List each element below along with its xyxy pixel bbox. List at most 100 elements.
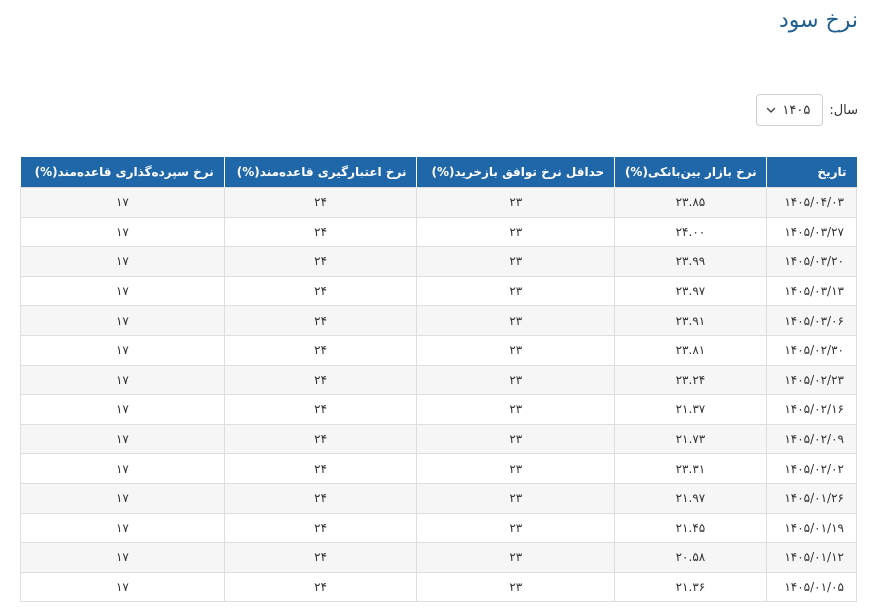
cell-min-repo-rate: ۲۳ xyxy=(416,482,616,514)
table-row: ۱۴۰۵/۰۳/۲۷ ۲۴.۰۰ ۲۳ ۲۴ ۱۷ xyxy=(20,216,858,248)
cell-min-repo-rate: ۲۳ xyxy=(416,423,616,455)
cell-interbank-rate: ۲۳.۲۴ xyxy=(614,364,767,396)
cell-deposit-facility-rate: ۱۷ xyxy=(20,571,225,603)
cell-lending-facility-rate: ۲۴ xyxy=(223,512,418,544)
column-header-interbank-rate: نرخ بازار بین‌بانکی(%) xyxy=(614,157,767,188)
cell-date: ۱۴۰۵/۰۱/۰۵ xyxy=(765,571,858,603)
table-header-row: تاریخ نرخ بازار بین‌بانکی(%) حداقل نرخ ت… xyxy=(20,157,857,188)
cell-date: ۱۴۰۵/۰۳/۲۰ xyxy=(765,246,858,277)
cell-lending-facility-rate: ۲۴ xyxy=(223,246,418,277)
cell-interbank-rate: ۲۴.۰۰ xyxy=(614,216,767,248)
cell-deposit-facility-rate: ۱۷ xyxy=(20,216,225,248)
rates-table-container: تاریخ نرخ بازار بین‌بانکی(%) حداقل نرخ ت… xyxy=(20,157,858,603)
cell-lending-facility-rate: ۲۴ xyxy=(223,187,418,218)
cell-deposit-facility-rate: ۱۷ xyxy=(20,453,225,484)
cell-deposit-facility-rate: ۱۷ xyxy=(20,187,225,218)
cell-date: ۱۴۰۵/۰۳/۱۳ xyxy=(765,275,858,307)
cell-date: ۱۴۰۵/۰۳/۲۷ xyxy=(765,216,858,248)
cell-interbank-rate: ۲۱.۹۷ xyxy=(614,482,767,514)
table-row: ۱۴۰۵/۰۳/۰۶ ۲۳.۹۱ ۲۳ ۲۴ ۱۷ xyxy=(20,305,858,336)
table-row: ۱۴۰۵/۰۳/۲۰ ۲۳.۹۹ ۲۳ ۲۴ ۱۷ xyxy=(20,246,858,277)
cell-date: ۱۴۰۵/۰۲/۲۳ xyxy=(765,364,858,396)
cell-lending-facility-rate: ۲۴ xyxy=(223,394,418,425)
table-row: ۱۴۰۵/۰۲/۲۳ ۲۳.۲۴ ۲۳ ۲۴ ۱۷ xyxy=(20,364,858,396)
cell-deposit-facility-rate: ۱۷ xyxy=(20,394,225,425)
cell-interbank-rate: ۲۱.۳۷ xyxy=(614,394,767,425)
table-row: ۱۴۰۵/۰۱/۰۵ ۲۱.۳۶ ۲۳ ۲۴ ۱۷ xyxy=(20,571,858,603)
cell-min-repo-rate: ۲۳ xyxy=(416,187,616,218)
cell-deposit-facility-rate: ۱۷ xyxy=(20,275,225,307)
cell-min-repo-rate: ۲۳ xyxy=(416,364,616,396)
cell-min-repo-rate: ۲۳ xyxy=(416,512,616,544)
cell-min-repo-rate: ۲۳ xyxy=(416,542,616,573)
cell-min-repo-rate: ۲۳ xyxy=(416,246,616,277)
table-row: ۱۴۰۵/۰۲/۳۰ ۲۳.۸۱ ۲۳ ۲۴ ۱۷ xyxy=(20,334,858,366)
cell-date: ۱۴۰۵/۰۲/۰۲ xyxy=(765,453,858,484)
cell-lending-facility-rate: ۲۴ xyxy=(223,571,418,603)
cell-interbank-rate: ۲۳.۹۷ xyxy=(614,275,767,307)
cell-lending-facility-rate: ۲۴ xyxy=(223,334,418,366)
chevron-down-icon xyxy=(767,107,776,113)
cell-deposit-facility-rate: ۱۷ xyxy=(20,305,225,336)
table-row: ۱۴۰۵/۰۱/۱۹ ۲۱.۴۵ ۲۳ ۲۴ ۱۷ xyxy=(20,512,858,544)
cell-deposit-facility-rate: ۱۷ xyxy=(20,423,225,455)
cell-interbank-rate: ۲۳.۳۱ xyxy=(614,453,767,484)
year-select[interactable]: ۱۴۰۵ xyxy=(756,94,824,126)
table-row: ۱۴۰۵/۰۱/۱۲ ۲۰.۵۸ ۲۳ ۲۴ ۱۷ xyxy=(20,542,858,573)
table-row: ۱۴۰۵/۰۲/۰۹ ۲۱.۷۳ ۲۳ ۲۴ ۱۷ xyxy=(20,423,858,455)
cell-deposit-facility-rate: ۱۷ xyxy=(20,482,225,514)
column-header-date: تاریخ xyxy=(765,157,857,188)
cell-lending-facility-rate: ۲۴ xyxy=(223,453,418,484)
cell-interbank-rate: ۲۳.۹۹ xyxy=(614,246,767,277)
cell-interbank-rate: ۲۳.۹۱ xyxy=(614,305,767,336)
cell-date: ۱۴۰۵/۰۱/۲۶ xyxy=(765,482,858,514)
cell-interbank-rate: ۲۱.۴۵ xyxy=(614,512,767,544)
cell-date: ۱۴۰۵/۰۲/۱۶ xyxy=(765,394,858,425)
table-body: ۱۴۰۵/۰۴/۰۳ ۲۳.۸۵ ۲۳ ۲۴ ۱۷ ۱۴۰۵/۰۳/۲۷ ۲۴.۰۰ ۲۳ ۲۴… xyxy=(20,187,858,603)
column-header-min-repo-rate: حداقل نرخ توافق بازخرید(%) xyxy=(416,157,615,188)
column-header-lending-facility-rate: نرخ اعتبارگیری قاعده‌مند(%) xyxy=(223,157,417,188)
cell-lending-facility-rate: ۲۴ xyxy=(223,275,418,307)
cell-lending-facility-rate: ۲۴ xyxy=(223,542,418,573)
cell-lending-facility-rate: ۲۴ xyxy=(223,216,418,248)
cell-min-repo-rate: ۲۳ xyxy=(416,571,616,603)
cell-lending-facility-rate: ۲۴ xyxy=(223,423,418,455)
cell-interbank-rate: ۲۱.۷۳ xyxy=(614,423,767,455)
table-header: تاریخ نرخ بازار بین‌بانکی(%) حداقل نرخ ت… xyxy=(20,157,857,188)
cell-date: ۱۴۰۵/۰۱/۱۹ xyxy=(765,512,858,544)
cell-min-repo-rate: ۲۳ xyxy=(416,305,616,336)
cell-deposit-facility-rate: ۱۷ xyxy=(20,542,225,573)
cell-min-repo-rate: ۲۳ xyxy=(416,334,616,366)
table-row: ۱۴۰۵/۰۳/۱۳ ۲۳.۹۷ ۲۳ ۲۴ ۱۷ xyxy=(20,275,858,307)
table-row: ۱۴۰۵/۰۱/۲۶ ۲۱.۹۷ ۲۳ ۲۴ ۱۷ xyxy=(20,482,858,514)
year-filter: سال: ۱۴۰۵ xyxy=(756,93,858,127)
cell-lending-facility-rate: ۲۴ xyxy=(223,305,418,336)
year-label: سال: xyxy=(829,102,858,118)
interest-rate-page: نرخ سود سال: ۱۴۰۵ تاریخ نرخ بازار بین‌با… xyxy=(0,0,872,609)
cell-min-repo-rate: ۲۳ xyxy=(416,275,616,307)
cell-min-repo-rate: ۲۳ xyxy=(416,216,616,248)
cell-min-repo-rate: ۲۳ xyxy=(416,394,616,425)
table-row: ۱۴۰۵/۰۴/۰۳ ۲۳.۸۵ ۲۳ ۲۴ ۱۷ xyxy=(20,187,858,218)
rates-table: تاریخ نرخ بازار بین‌بانکی(%) حداقل نرخ ت… xyxy=(20,157,858,603)
cell-interbank-rate: ۲۳.۸۱ xyxy=(614,334,767,366)
cell-date: ۱۴۰۵/۰۴/۰۳ xyxy=(765,187,858,218)
cell-deposit-facility-rate: ۱۷ xyxy=(20,512,225,544)
cell-interbank-rate: ۲۱.۳۶ xyxy=(614,571,767,603)
table-row: ۱۴۰۵/۰۲/۱۶ ۲۱.۳۷ ۲۳ ۲۴ ۱۷ xyxy=(20,394,858,425)
cell-date: ۱۴۰۵/۰۲/۳۰ xyxy=(765,334,858,366)
cell-deposit-facility-rate: ۱۷ xyxy=(20,246,225,277)
page-title: نرخ سود xyxy=(778,8,858,33)
cell-interbank-rate: ۲۳.۸۵ xyxy=(614,187,767,218)
cell-date: ۱۴۰۵/۰۱/۱۲ xyxy=(765,542,858,573)
column-header-deposit-facility-rate: نرخ سپرده‌گذاری قاعده‌مند(%) xyxy=(20,157,225,188)
cell-date: ۱۴۰۵/۰۳/۰۶ xyxy=(765,305,858,336)
cell-lending-facility-rate: ۲۴ xyxy=(223,482,418,514)
cell-min-repo-rate: ۲۳ xyxy=(416,453,616,484)
table-row: ۱۴۰۵/۰۲/۰۲ ۲۳.۳۱ ۲۳ ۲۴ ۱۷ xyxy=(20,453,858,484)
cell-deposit-facility-rate: ۱۷ xyxy=(20,364,225,396)
year-select-value: ۱۴۰۵ xyxy=(782,102,811,118)
cell-deposit-facility-rate: ۱۷ xyxy=(20,334,225,366)
cell-lending-facility-rate: ۲۴ xyxy=(223,364,418,396)
cell-interbank-rate: ۲۰.۵۸ xyxy=(614,542,767,573)
